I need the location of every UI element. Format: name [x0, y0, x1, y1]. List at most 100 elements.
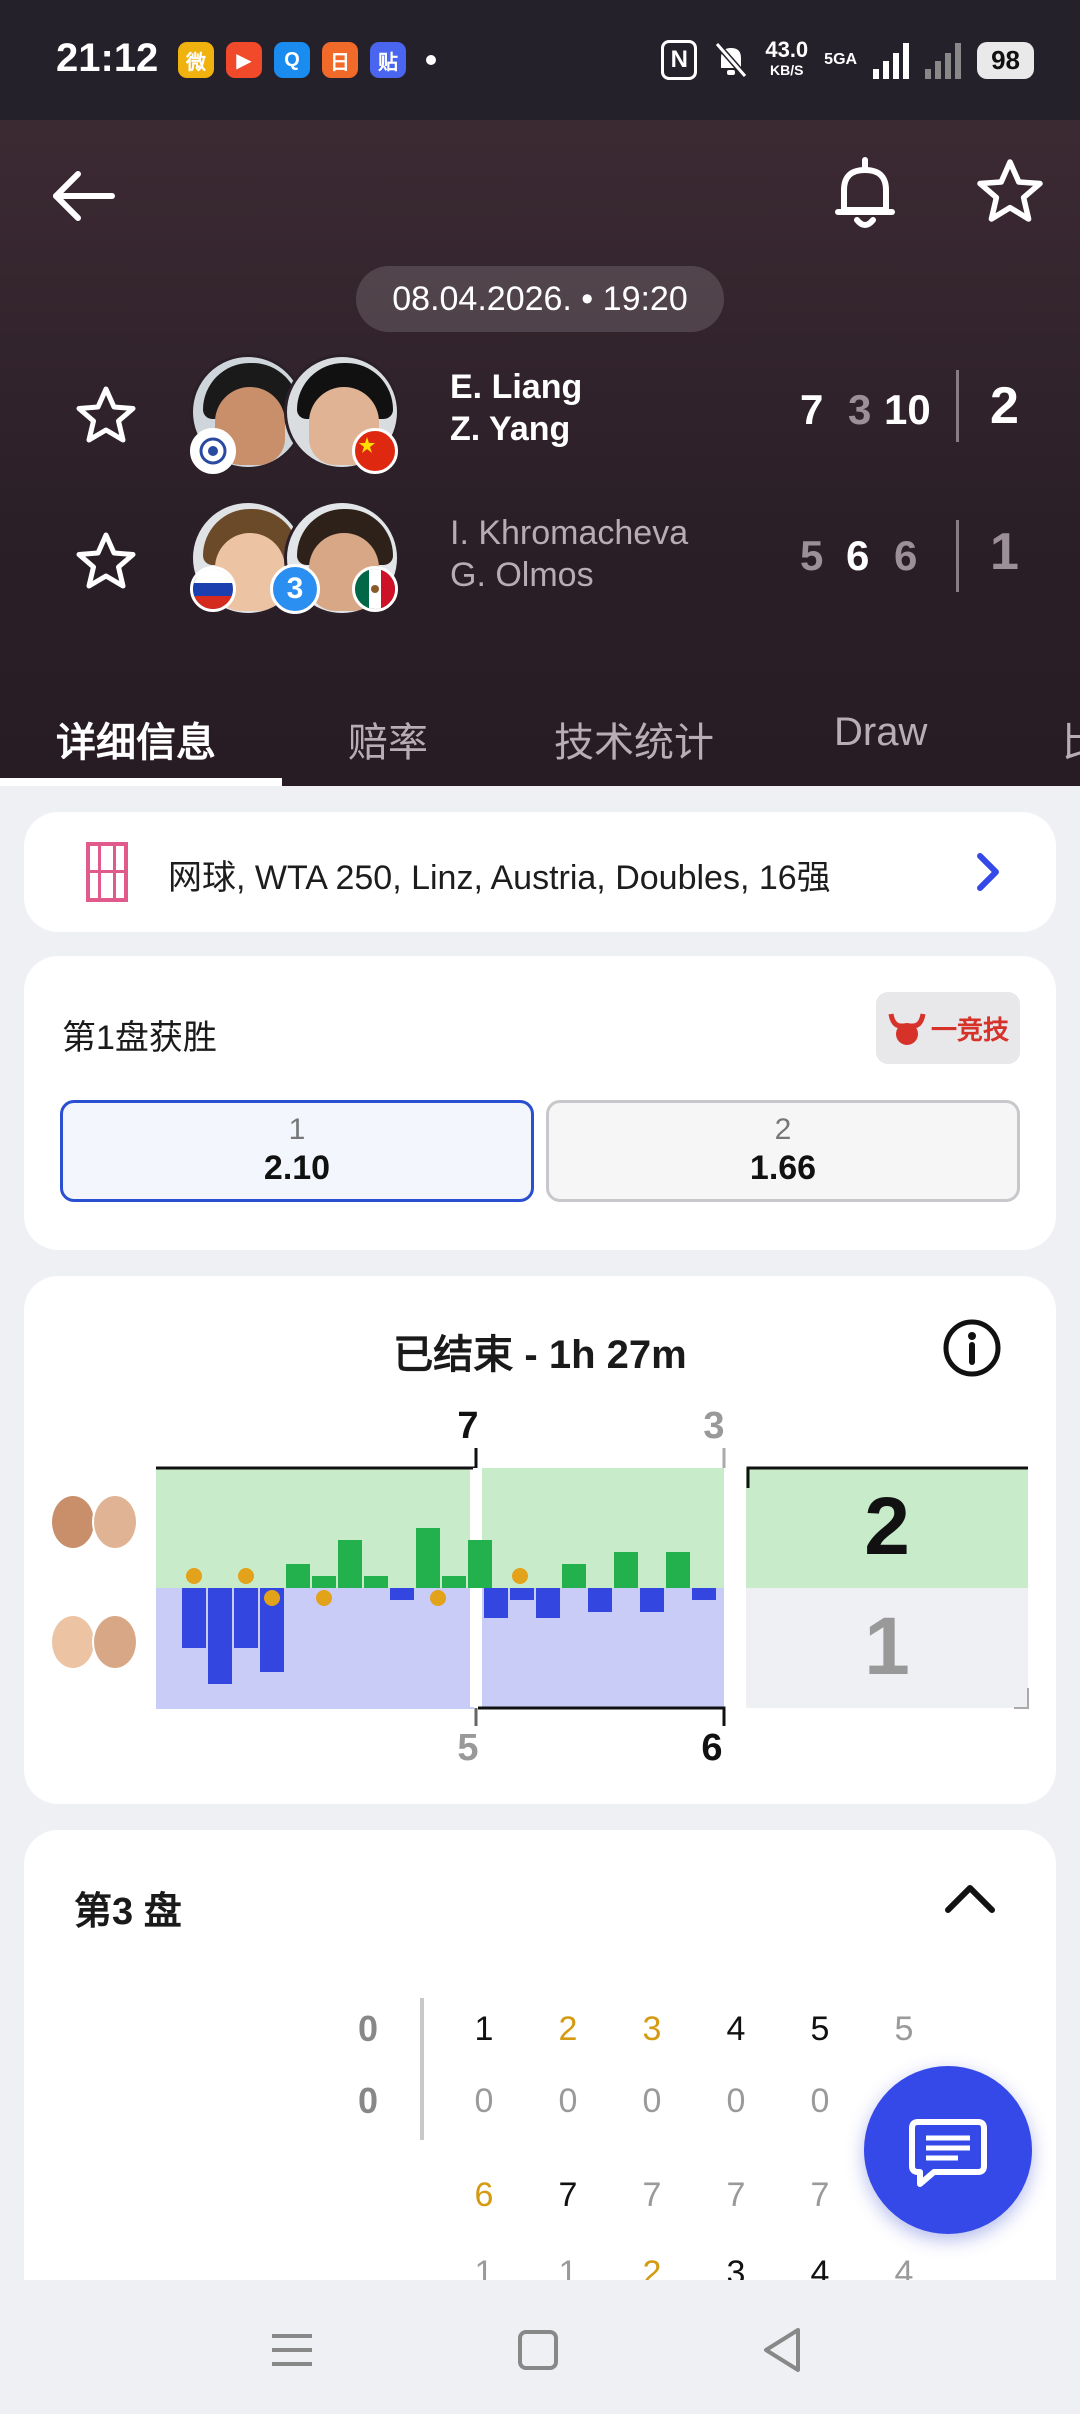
break-marker: [238, 1568, 254, 1584]
point-score: 4: [726, 2010, 746, 2048]
seed-badge: 3: [270, 564, 320, 614]
status-bar: 21:12 微 ▶ Q 日 贴 N 43.0 KB/S 5GA 98: [0, 0, 1080, 120]
set1-momentum-bar: [442, 1576, 466, 1588]
team2-row[interactable]: 3 I. Khromacheva G. Olmos 5 6 6 1: [0, 500, 1080, 620]
momentum-chart: 7 3 5 6 2 1: [156, 1405, 1029, 1769]
tab-more[interactable]: 比: [1062, 710, 1080, 768]
team2-favorite-star-icon[interactable]: [74, 530, 138, 594]
set2-momentum-bar: [536, 1588, 560, 1618]
set2-momentum-bar: [588, 1588, 612, 1612]
final-score-team1: 2: [864, 1481, 910, 1572]
point-score: 0: [726, 2082, 746, 2120]
back-arrow-icon[interactable]: [48, 160, 120, 232]
system-nav-bar: [0, 2280, 1080, 2414]
set1-momentum-bar: [286, 1564, 310, 1588]
set1-momentum-bar: [468, 1540, 492, 1588]
team1-total: 2: [990, 377, 1019, 435]
video-app-icon: ▶: [226, 42, 262, 78]
home-icon[interactable]: [508, 2320, 568, 2380]
team1-favorite-star-icon[interactable]: [74, 384, 138, 448]
network-speed: 43.0 KB/S: [765, 37, 809, 80]
break-marker: [264, 1590, 280, 1606]
chat-icon: [909, 2119, 987, 2187]
calendar-app-icon: 日: [322, 42, 358, 78]
star-icon[interactable]: [974, 156, 1046, 228]
momentum-card: 已结束 - 1h 27m 7 3 5 6 2 1: [24, 1276, 1056, 1804]
set2-momentum-bar: [484, 1588, 508, 1618]
tab-statistics[interactable]: 技术统计: [554, 710, 714, 768]
active-tab-indicator: [0, 778, 282, 786]
score-divider-line: [420, 1998, 424, 2140]
set1-momentum-bar: [312, 1576, 336, 1588]
game-score-team1: 0: [358, 2008, 379, 2049]
team2-player2: G. Olmos: [450, 556, 594, 594]
bell-icon[interactable]: [830, 156, 900, 232]
chevron-right-icon[interactable]: [968, 848, 1008, 896]
odd-option-2[interactable]: 2 1.66: [546, 1100, 1020, 1202]
set2-momentum-bar: [692, 1588, 716, 1600]
set1-momentum-bar: [208, 1588, 232, 1684]
team2-total: 1: [990, 523, 1019, 581]
break-marker: [512, 1568, 528, 1584]
odd-option-1[interactable]: 1 2.10: [60, 1100, 534, 1202]
battery-icon: 98: [977, 41, 1034, 79]
bookmaker-logo[interactable]: 一竞技: [876, 992, 1020, 1064]
set2-momentum-bar: [614, 1552, 638, 1588]
chevron-up-icon[interactable]: [940, 1872, 1000, 1922]
set2-momentum-bar: [640, 1588, 664, 1612]
more-notifications-dot: [426, 55, 436, 65]
tab-draw[interactable]: Draw: [834, 710, 927, 755]
set-score: 10: [884, 386, 931, 433]
tab-odds[interactable]: 赔率: [348, 710, 428, 768]
network-type: 5GA: [824, 51, 858, 68]
bull-logo-icon: [888, 1013, 926, 1045]
point-score: 7: [558, 2176, 578, 2214]
set1-top-bracket: [156, 1448, 478, 1470]
point-score: 0: [642, 2082, 662, 2120]
point-score: 0: [474, 2082, 494, 2120]
score-divider: [956, 520, 959, 592]
weibo-icon: 微: [178, 42, 214, 78]
point-score: 7: [642, 2176, 662, 2214]
mexico-flag-icon: [352, 566, 398, 612]
menu-icon[interactable]: [262, 2320, 322, 2380]
team1-player1: E. Liang: [450, 368, 583, 406]
competition-card[interactable]: 网球, WTA 250, Linz, Austria, Doubles, 16强: [24, 812, 1056, 932]
nfc-icon: N: [661, 40, 698, 80]
network-speed-value: 43.0: [765, 37, 809, 62]
point-score: 6: [474, 2176, 494, 2214]
chinese-taipei-flag-icon: [190, 428, 236, 474]
odd-label: 1: [288, 1113, 306, 1146]
point-score: 2: [558, 2010, 578, 2048]
mute-bell-icon: [715, 42, 748, 78]
competition-name: 网球, WTA 250, Linz, Austria, Doubles, 16强: [168, 859, 831, 897]
team2-player1: I. Khromacheva: [450, 514, 689, 552]
signal-2-icon: [925, 41, 962, 79]
team2-set-scores: 5 6 6: [790, 522, 950, 592]
set-score: 6: [846, 532, 870, 579]
notification-icons: 微 ▶ Q 日 贴: [178, 42, 436, 78]
status-time: 21:12: [56, 36, 159, 80]
set2-top-score: 3: [703, 1405, 724, 1447]
team1-set-scores: 7 3 10: [790, 376, 950, 446]
point-score: 5: [894, 2010, 914, 2048]
final-score-team2: 1: [864, 1601, 910, 1692]
bookmaker-name: 一竞技: [930, 1014, 1009, 1045]
back-icon[interactable]: [752, 2320, 812, 2380]
china-flag-icon: [352, 428, 398, 474]
chat-fab-button[interactable]: [864, 2066, 1032, 2234]
point-score: 7: [810, 2176, 830, 2214]
team1-names: E. Liang Z. Yang: [450, 366, 582, 450]
tab-details[interactable]: 详细信息: [56, 710, 216, 768]
set2-bottom-score: 6: [701, 1727, 722, 1769]
break-marker: [430, 1590, 446, 1606]
tennis-court-icon: [86, 842, 128, 902]
odd-value: 1.66: [749, 1149, 817, 1187]
point-score: 1: [474, 2010, 494, 2048]
score-divider: [956, 370, 959, 442]
team1-row[interactable]: E. Liang Z. Yang 7 3 10 2: [0, 354, 1080, 474]
tab-bar: 详细信息 赔率 技术统计 Draw 比: [0, 680, 1080, 786]
set1-momentum-bar: [338, 1540, 362, 1588]
qq-browser-icon: Q: [274, 42, 310, 78]
set-score: 5: [800, 532, 824, 579]
